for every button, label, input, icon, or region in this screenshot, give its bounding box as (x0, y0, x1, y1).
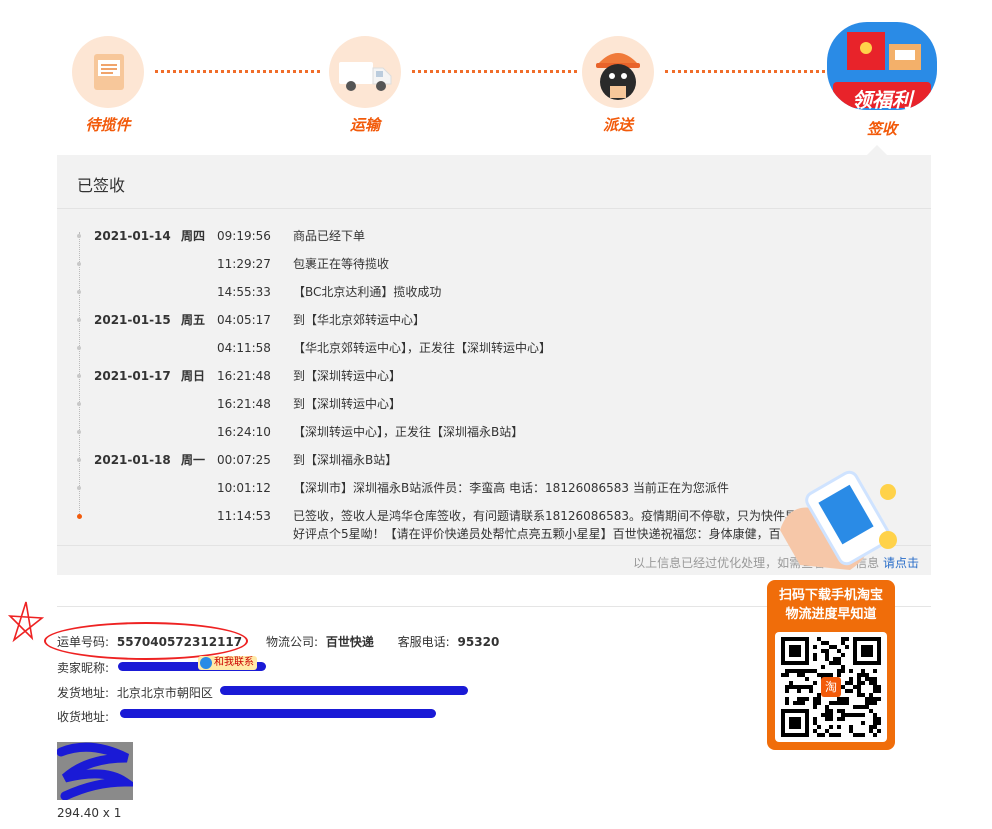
timeline-row: 2021-01-14 周四 09:19:56 商品已经下单 (57, 226, 917, 246)
timeline-time: 11:14:53 (217, 509, 271, 523)
courier-icon (582, 36, 654, 108)
timeline-desc: 到【深圳福永B站】 (293, 453, 398, 467)
qr-promo-card[interactable]: 扫码下载手机淘宝 物流进度早知道 淘 (767, 580, 895, 750)
timeline-dot (77, 290, 81, 294)
step-label: 派送 (602, 116, 633, 134)
progress-dots (412, 70, 577, 73)
timeline-dot (77, 318, 81, 322)
timeline-row: 16:21:48 到【深圳转运中心】 (57, 394, 917, 414)
timeline-dot (77, 430, 81, 434)
timeline-time: 16:21:48 (217, 397, 271, 411)
step-label: 待揽件 (85, 116, 131, 134)
chat-icon (200, 657, 212, 669)
timeline-desc: 【华北京郊转运中心】，正发往【深圳转运中心】 (293, 341, 552, 355)
timeline-date: 2021-01-18 (94, 453, 171, 467)
step-signed[interactable]: 领福利 签收 (826, 22, 938, 139)
timeline-row: 16:24:10 【深圳转运中心】，正发往【深圳福永B站】 (57, 422, 917, 442)
redaction (220, 686, 468, 695)
phone-hand-illustration (770, 470, 910, 580)
timeline-time: 16:21:48 (217, 369, 271, 383)
taobao-logo-icon: 淘 (821, 677, 841, 697)
timeline-date: 2021-01-17 (94, 369, 171, 383)
timeline-time: 04:05:17 (217, 313, 271, 327)
qr-title-line1: 扫码下载手机淘宝 (778, 588, 883, 603)
divider (57, 208, 931, 209)
step-delivery: 派送 (573, 36, 663, 135)
qr-code[interactable]: 淘 (775, 632, 887, 742)
timeline-time: 00:07:25 (217, 453, 271, 467)
timeline-desc: 包裹正在等待揽收 (293, 257, 390, 271)
timeline-time: 10:01:12 (217, 481, 271, 495)
panel-pointer (867, 145, 887, 155)
timeline-dot (77, 458, 81, 462)
service-phone: 95320 (457, 635, 500, 649)
timeline-desc: 到【深圳转运中心】 (293, 369, 402, 383)
ship-address-row: 发货地址: 北京北京市朝阳区 (57, 686, 213, 700)
redaction (120, 709, 436, 718)
timeline-time: 16:24:10 (217, 425, 271, 439)
timeline-desc: 【深圳市】深圳福永B站派件员：李蛮高 电话：18126086583 当前正在为您… (293, 481, 729, 495)
timeline-dot (77, 514, 82, 519)
waybill-number: 557040572312117 (116, 635, 243, 649)
progress-dots (155, 70, 320, 73)
timeline-dot (77, 346, 81, 350)
timeline-desc: 到【深圳转运中心】 (293, 397, 402, 411)
timeline-row: 04:11:58 【华北京郊转运中心】，正发往【深圳转运中心】 (57, 338, 917, 358)
panel-title: 已签收 (77, 176, 126, 195)
gift-badge[interactable]: 领福利 (836, 84, 928, 113)
product-thumbnail[interactable] (56, 742, 140, 801)
timeline-dot (77, 234, 81, 238)
contact-seller-button[interactable]: 和我联系 (198, 656, 257, 670)
timeline-dot (77, 402, 81, 406)
step-pending: 待揽件 (63, 36, 153, 135)
timeline-date: 2021-01-15 (94, 313, 171, 327)
waybill-row: 运单号码: 557040572312117 物流公司: 百世快递 客服电话: 9… (57, 635, 500, 649)
timeline-row: 2021-01-17 周日 16:21:48 到【深圳转运中心】 (57, 366, 917, 386)
company-name: 百世快递 (325, 635, 374, 649)
step-label: 运输 (349, 116, 380, 134)
timeline-weekday: 周日 (181, 369, 206, 383)
timeline-time: 14:55:33 (217, 285, 271, 299)
timeline-dot (77, 486, 81, 490)
recv-address-row: 收货地址: (57, 710, 110, 724)
progress-dots (665, 70, 825, 73)
timeline-row: 11:29:27 包裹正在等待揽收 (57, 254, 917, 274)
timeline-row: 2021-01-18 周一 00:07:25 到【深圳福永B站】 (57, 450, 917, 470)
timeline-desc: 【深圳转运中心】，正发往【深圳福永B站】 (293, 425, 524, 439)
qr-title-line2: 物流进度早知道 (785, 607, 877, 622)
timeline-row: 14:55:33 【BC北京达利通】揽收成功 (57, 282, 917, 302)
truck-icon (329, 36, 401, 108)
timeline-weekday: 周五 (181, 313, 206, 327)
timeline-row: 2021-01-15 周五 04:05:17 到【华北京郊转运中心】 (57, 310, 917, 330)
timeline-dot (77, 374, 81, 378)
step-label: 签收 (866, 120, 897, 138)
timeline-desc: 到【华北京郊转运中心】 (293, 313, 426, 327)
timeline-desc: 【BC北京达利通】揽收成功 (293, 285, 442, 299)
timeline-date: 2021-01-14 (94, 229, 171, 243)
timeline-time: 09:19:56 (217, 229, 271, 243)
package-icon (72, 36, 144, 108)
timeline-time: 11:29:27 (217, 257, 271, 271)
timeline-dot (77, 262, 81, 266)
timeline-weekday: 周一 (181, 453, 206, 467)
price-qty: 294.40 x 1 (57, 806, 122, 820)
annotation-star (6, 598, 46, 650)
timeline-time: 04:11:58 (217, 341, 271, 355)
timeline-weekday: 周四 (181, 229, 206, 243)
step-transport: 运输 (320, 36, 410, 135)
timeline-desc: 商品已经下单 (293, 229, 366, 243)
seller-row: 卖家昵称: (57, 661, 110, 675)
